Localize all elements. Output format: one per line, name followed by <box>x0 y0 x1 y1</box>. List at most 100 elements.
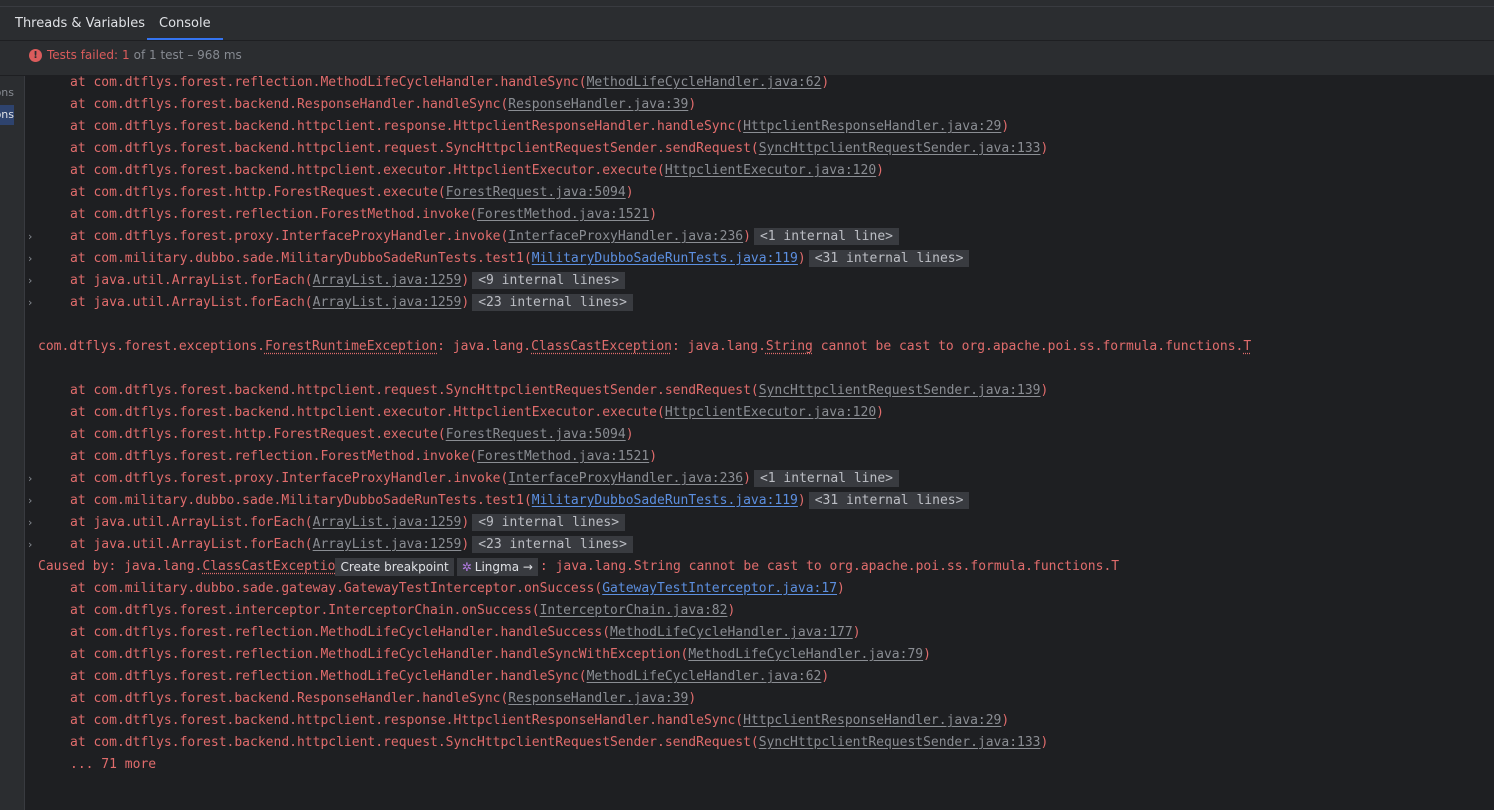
top-strip <box>0 0 1494 7</box>
expand-chevron-icon[interactable]: › <box>28 469 32 489</box>
source-link[interactable]: MilitaryDubboSadeRunTests.java:119 <box>532 251 798 266</box>
frame-text: at com.dtflys.forest.backend.ResponseHan… <box>70 691 509 706</box>
frame-paren: ) <box>821 75 830 90</box>
source-link[interactable]: MethodLifeCycleHandler.java:62 <box>587 75 822 90</box>
frame-paren: ) <box>461 273 470 288</box>
stack-frame-line: at com.dtflys.forest.http.ForestRequest.… <box>25 183 634 203</box>
source-link[interactable]: ArrayList.java:1259 <box>313 537 462 552</box>
error-icon: ! <box>29 48 42 62</box>
internal-lines-fold[interactable]: <1 internal line> <box>753 470 899 487</box>
frame-paren: ) <box>837 581 845 596</box>
source-link[interactable]: MethodLifeCycleHandler.java:62 <box>587 669 822 684</box>
stack-frame-line: at com.dtflys.forest.backend.httpclient.… <box>25 381 1048 401</box>
expand-chevron-icon[interactable]: › <box>28 271 32 291</box>
source-link[interactable]: HttpclientResponseHandler.java:29 <box>743 713 1001 728</box>
stack-frame-line: at com.dtflys.forest.backend.httpclient.… <box>25 117 1009 137</box>
frame-text: at com.military.dubbo.sade.MilitaryDubbo… <box>70 251 532 266</box>
frame-text: at java.util.ArrayList.forEach( <box>70 295 313 310</box>
exception-class-link[interactable]: String <box>766 339 813 354</box>
stack-frame-line: › at com.military.dubbo.sade.MilitaryDubb… <box>25 491 970 511</box>
stack-frame-line: › at java.util.ArrayList.forEach(ArrayLis… <box>25 535 633 555</box>
source-link[interactable]: ArrayList.java:1259 <box>313 273 462 288</box>
source-link[interactable]: ArrayList.java:1259 <box>313 515 462 530</box>
internal-lines-fold[interactable]: <1 internal line> <box>753 228 899 245</box>
tab-console[interactable]: Console <box>147 7 223 40</box>
source-link[interactable]: MethodLifeCycleHandler.java:79 <box>688 647 923 662</box>
stack-frame-line: › at com.dtflys.forest.proxy.InterfacePro… <box>25 227 899 247</box>
internal-lines-fold[interactable]: <23 internal lines> <box>472 294 633 311</box>
internal-lines-fold[interactable]: <9 internal lines> <box>472 272 626 289</box>
test-tree-item[interactable]: ons <box>0 83 14 103</box>
frame-text: at com.dtflys.forest.proxy.InterfaceProx… <box>70 229 509 244</box>
frame-text: at com.dtflys.forest.http.ForestRequest.… <box>70 427 446 442</box>
create-breakpoint-button[interactable]: Create breakpoint <box>335 558 454 576</box>
source-link[interactable]: InterfaceProxyHandler.java:236 <box>508 229 743 244</box>
source-link[interactable]: HttpclientExecutor.java:120 <box>665 163 876 178</box>
expand-chevron-icon[interactable]: › <box>28 293 32 313</box>
source-link[interactable]: MethodLifeCycleHandler.java:177 <box>610 625 853 640</box>
source-link[interactable]: HttpclientResponseHandler.java:29 <box>743 119 1001 134</box>
source-link[interactable]: InterceptorChain.java:82 <box>540 603 728 618</box>
source-link[interactable]: ForestRequest.java:5094 <box>446 427 626 442</box>
expand-chevron-icon[interactable]: › <box>28 227 32 247</box>
frame-text: at com.dtflys.forest.backend.httpclient.… <box>70 735 759 750</box>
stack-frame-line: at com.dtflys.forest.backend.httpclient.… <box>25 139 1048 159</box>
frame-text: at com.dtflys.forest.reflection.MethodLi… <box>70 625 611 640</box>
frame-paren: ) <box>743 471 751 486</box>
source-link[interactable]: HttpclientExecutor.java:120 <box>665 405 876 420</box>
internal-lines-fold[interactable]: <23 internal lines> <box>472 536 633 553</box>
frame-text: at com.military.dubbo.sade.MilitaryDubbo… <box>70 493 532 508</box>
exception-class-link[interactable]: ClassCastException <box>531 339 672 354</box>
test-status-bar: ! Tests failed: 1 of 1 test – 968 ms <box>0 41 1494 76</box>
frame-text: at com.dtflys.forest.reflection.MethodLi… <box>70 647 689 662</box>
exception-class-link[interactable]: ForestRuntimeException <box>265 339 437 354</box>
frame-text: at java.util.ArrayList.forEach( <box>70 537 313 552</box>
stack-frame-line: at com.dtflys.forest.reflection.MethodLi… <box>25 667 829 687</box>
frame-paren: ) <box>688 691 697 706</box>
exception-class-link[interactable]: T <box>1243 339 1251 354</box>
frame-paren: ) <box>876 163 884 178</box>
source-link[interactable]: ResponseHandler.java:39 <box>508 97 688 112</box>
frame-paren: ) <box>461 537 470 552</box>
frame-text: ... 71 more <box>70 757 157 772</box>
test-status: ! Tests failed: 1 of 1 test – 968 ms <box>29 41 242 69</box>
source-link[interactable]: ForestMethod.java:1521 <box>477 449 649 464</box>
exception-line: com.dtflys.forest.exceptions.ForestRunti… <box>25 337 1251 357</box>
internal-lines-fold[interactable]: <31 internal lines> <box>808 250 970 267</box>
source-link[interactable]: ResponseHandler.java:39 <box>508 691 688 706</box>
expand-chevron-icon[interactable]: › <box>28 249 32 269</box>
source-link[interactable]: SyncHttpclientRequestSender.java:139 <box>759 383 1041 398</box>
source-link[interactable]: SyncHttpclientRequestSender.java:133 <box>759 735 1041 750</box>
source-link[interactable]: MilitaryDubboSadeRunTests.java:119 <box>532 493 798 508</box>
frame-paren: ) <box>743 229 751 244</box>
frame-paren: ) <box>461 295 470 310</box>
console-output[interactable]: at com.dtflys.forest.reflection.MethodLi… <box>25 75 1494 810</box>
test-tree-item-selected[interactable]: ons <box>0 105 14 125</box>
source-link[interactable]: ForestRequest.java:5094 <box>446 185 626 200</box>
frame-text: at com.dtflys.forest.backend.httpclient.… <box>70 383 759 398</box>
tab-threads-variables[interactable]: Threads & Variables <box>3 7 157 40</box>
expand-chevron-icon[interactable]: › <box>28 535 32 555</box>
frame-paren: ) <box>797 493 806 508</box>
exception-text: : java.lang. <box>437 339 532 354</box>
source-link[interactable]: ArrayList.java:1259 <box>313 295 462 310</box>
expand-chevron-icon[interactable]: › <box>28 513 32 533</box>
stack-frame-line: › at java.util.ArrayList.forEach(ArrayLis… <box>25 293 633 313</box>
lingma-button[interactable]: ✲ Lingma → <box>456 558 538 576</box>
frame-paren: ) <box>1040 735 1049 750</box>
source-link[interactable]: GatewayTestInterceptor.java:17 <box>602 581 837 596</box>
exception-class-link[interactable]: ClassCastExceptio <box>202 559 335 574</box>
internal-lines-fold[interactable]: <31 internal lines> <box>808 492 970 509</box>
source-link[interactable]: InterfaceProxyHandler.java:236 <box>508 471 743 486</box>
exception-text: com.dtflys.forest.exceptions. <box>38 339 265 354</box>
stack-frame-line: at com.dtflys.forest.interceptor.Interce… <box>25 601 735 621</box>
frame-paren: ) <box>852 625 861 640</box>
source-link[interactable]: SyncHttpclientRequestSender.java:133 <box>759 141 1041 156</box>
expand-chevron-icon[interactable]: › <box>28 491 32 511</box>
stack-frame-line: at com.dtflys.forest.reflection.MethodLi… <box>25 645 931 665</box>
frame-paren: ) <box>649 449 658 464</box>
frame-paren: ) <box>1040 383 1049 398</box>
internal-lines-fold[interactable]: <9 internal lines> <box>472 514 626 531</box>
tests-summary: of 1 test – 968 ms <box>133 48 242 62</box>
source-link[interactable]: ForestMethod.java:1521 <box>477 207 649 222</box>
